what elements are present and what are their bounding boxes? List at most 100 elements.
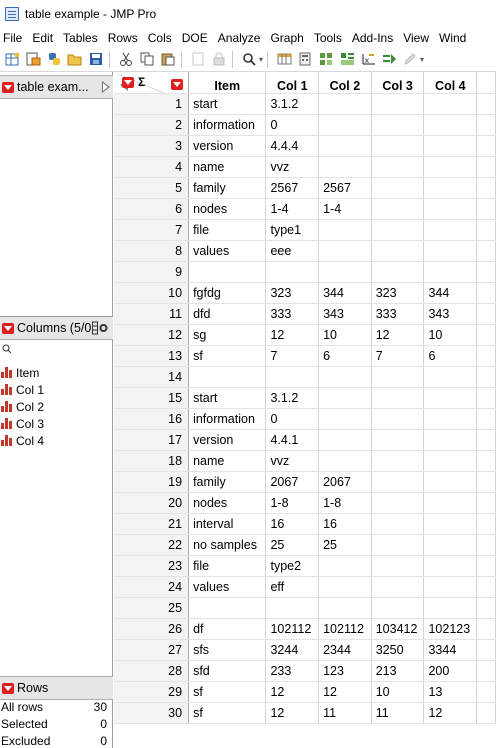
data-cell[interactable]: 2067	[265, 471, 320, 493]
empty-cell[interactable]	[476, 534, 496, 556]
row-number[interactable]: 23	[114, 555, 190, 577]
data-cell[interactable]: 12	[318, 681, 372, 703]
data-cell[interactable]: 123	[318, 660, 372, 682]
data-cell[interactable]: 3344	[423, 639, 478, 661]
data-cell[interactable]	[371, 93, 425, 115]
data-cell[interactable]	[371, 219, 425, 241]
data-cell[interactable]	[318, 261, 372, 283]
data-cell[interactable]	[318, 114, 372, 136]
row-number[interactable]: 8	[114, 240, 190, 262]
data-cell[interactable]	[265, 366, 320, 388]
data-cell[interactable]: 2567	[318, 177, 372, 199]
empty-cell[interactable]	[476, 198, 496, 220]
data-cell[interactable]	[371, 492, 425, 514]
data-cell[interactable]: 1-4	[318, 198, 372, 220]
data-cell[interactable]: values	[188, 576, 267, 598]
data-cell[interactable]: 233	[265, 660, 320, 682]
row-number[interactable]: 26	[114, 618, 190, 640]
empty-cell[interactable]	[476, 93, 496, 115]
empty-cell[interactable]	[476, 429, 496, 451]
data-cell[interactable]: df	[188, 618, 267, 640]
data-cell[interactable]	[371, 450, 425, 472]
data-cell[interactable]	[318, 597, 372, 619]
empty-cell[interactable]	[476, 177, 496, 199]
data-cell[interactable]	[188, 261, 267, 283]
data-cell[interactable]: sg	[188, 324, 267, 346]
data-cell[interactable]	[423, 366, 478, 388]
empty-cell[interactable]	[476, 660, 496, 682]
data-cell[interactable]: 7	[265, 345, 320, 367]
data-cell[interactable]: file	[188, 555, 267, 577]
data-cell[interactable]: 102112	[265, 618, 320, 640]
data-cell[interactable]: 333	[371, 303, 425, 325]
python-icon[interactable]	[45, 50, 63, 68]
data-cell[interactable]: information	[188, 114, 267, 136]
data-cell[interactable]: 2067	[318, 471, 372, 493]
data-cell[interactable]	[423, 534, 478, 556]
row-number[interactable]: 19	[114, 471, 190, 493]
data-cell[interactable]: 0	[265, 408, 320, 430]
data-cell[interactable]: 4.4.1	[265, 429, 320, 451]
data-cell[interactable]: 3.1.2	[265, 93, 320, 115]
data-cell[interactable]: 11	[371, 702, 425, 724]
sigma-icon[interactable]: Σ	[138, 75, 145, 89]
empty-cell[interactable]	[476, 513, 496, 535]
data-cell[interactable]: start	[188, 387, 267, 409]
data-cell[interactable]: sfs	[188, 639, 267, 661]
search-icon[interactable]	[240, 50, 258, 68]
data-cell[interactable]	[318, 366, 372, 388]
data-cell[interactable]	[423, 492, 478, 514]
data-cell[interactable]	[423, 114, 478, 136]
data-cell[interactable]	[318, 450, 372, 472]
data-cell[interactable]	[423, 387, 478, 409]
empty-cell[interactable]	[476, 303, 496, 325]
data-cell[interactable]: 4.4.4	[265, 135, 320, 157]
copy-icon[interactable]	[138, 50, 156, 68]
data-cell[interactable]: 344	[423, 282, 478, 304]
data-cell[interactable]	[371, 576, 425, 598]
data-cell[interactable]: values	[188, 240, 267, 262]
open-folder-icon[interactable]	[66, 50, 84, 68]
column-list-item[interactable]: Item	[0, 364, 113, 381]
column-header-empty[interactable]	[476, 72, 496, 94]
data-cell[interactable]: nodes	[188, 492, 267, 514]
row-number[interactable]: 11	[114, 303, 190, 325]
empty-cell[interactable]	[476, 597, 496, 619]
data-cell[interactable]	[423, 198, 478, 220]
data-cell[interactable]: version	[188, 135, 267, 157]
data-cell[interactable]	[423, 429, 478, 451]
data-cell[interactable]: vvz	[265, 450, 320, 472]
row-number[interactable]: 28	[114, 660, 190, 682]
row-number[interactable]: 10	[114, 282, 190, 304]
red-triangle-menu-icon[interactable]	[2, 322, 14, 334]
empty-cell[interactable]	[476, 219, 496, 241]
column-header-col-4[interactable]: Col 4	[423, 72, 478, 94]
data-cell[interactable]: start	[188, 93, 267, 115]
empty-cell[interactable]	[476, 114, 496, 136]
data-cell[interactable]	[371, 156, 425, 178]
cut-icon[interactable]	[117, 50, 135, 68]
menu-file[interactable]: File	[0, 31, 27, 45]
data-cell[interactable]	[423, 555, 478, 577]
search-dropdown-icon[interactable]: ▾	[259, 55, 263, 64]
row-number[interactable]: 7	[114, 219, 190, 241]
data-cell[interactable]	[188, 366, 267, 388]
empty-cell[interactable]	[476, 555, 496, 577]
data-cell[interactable]	[423, 261, 478, 283]
data-cell[interactable]: file	[188, 219, 267, 241]
data-cell[interactable]	[423, 576, 478, 598]
data-cell[interactable]: 323	[371, 282, 425, 304]
fit-model-icon[interactable]	[380, 50, 398, 68]
data-cell[interactable]	[423, 93, 478, 115]
menu-edit[interactable]: Edit	[27, 31, 58, 45]
data-cell[interactable]	[423, 471, 478, 493]
data-cell[interactable]: 213	[371, 660, 425, 682]
row-number[interactable]: 3	[114, 135, 190, 157]
calculator-icon[interactable]	[296, 50, 314, 68]
data-cell[interactable]	[318, 93, 372, 115]
data-cell[interactable]: information	[188, 408, 267, 430]
data-cell[interactable]: eee	[265, 240, 320, 262]
columns-panel-header[interactable]: Columns (5/0	[0, 316, 113, 340]
data-cell[interactable]: 10	[371, 681, 425, 703]
data-cell[interactable]	[318, 387, 372, 409]
